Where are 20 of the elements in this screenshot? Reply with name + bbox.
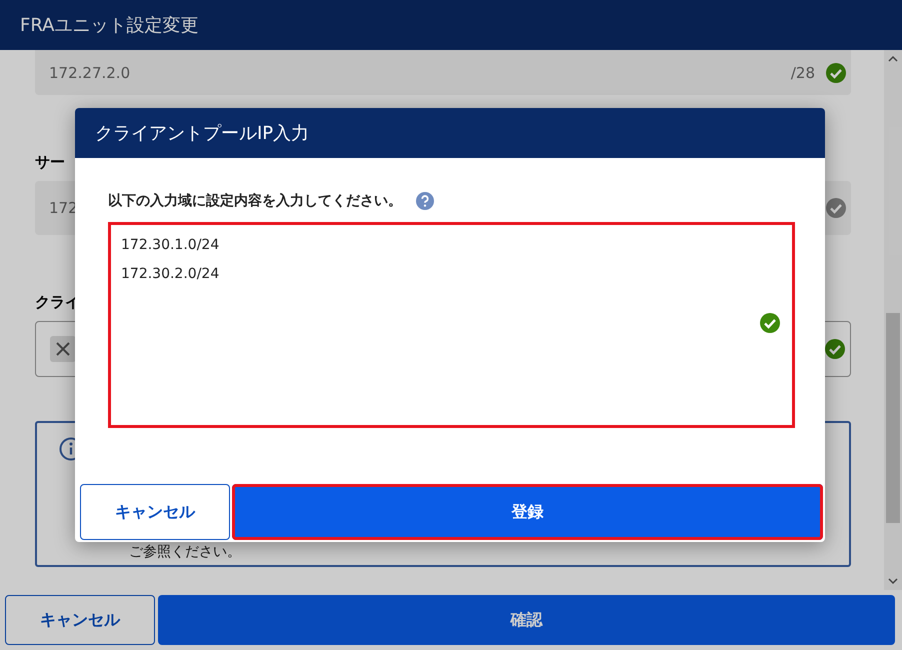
dialog-title: クライアントプールIP入力: [95, 122, 310, 145]
cancel-button[interactable]: キャンセル: [80, 484, 230, 540]
field-label: サー: [35, 153, 66, 173]
info-text: ご参照ください。: [128, 543, 242, 561]
input-field[interactable]: 172.30.1.0/24 172.30.2.0/24: [108, 222, 795, 428]
register-button[interactable]: 登録: [232, 484, 823, 540]
instruction-text: 以下の入力域に設定内容を入力してください。: [108, 192, 402, 210]
scroll-down-icon[interactable]: [888, 576, 898, 586]
scrollbar[interactable]: [884, 50, 902, 590]
field-suffix: /28: [790, 64, 815, 82]
close-icon[interactable]: [56, 342, 70, 356]
help-icon[interactable]: [416, 192, 434, 210]
scroll-thumb[interactable]: [886, 313, 900, 523]
cancel-button[interactable]: キャンセル: [5, 595, 155, 645]
scroll-up-icon[interactable]: [888, 54, 898, 64]
window-title: FRAユニット設定変更: [20, 14, 198, 37]
tag-chip[interactable]: [50, 336, 76, 362]
confirm-button[interactable]: 確認: [158, 595, 895, 645]
input-field[interactable]: 172.27.2.0 /28: [35, 50, 851, 95]
field-value: 172.27.2.0: [49, 64, 130, 82]
